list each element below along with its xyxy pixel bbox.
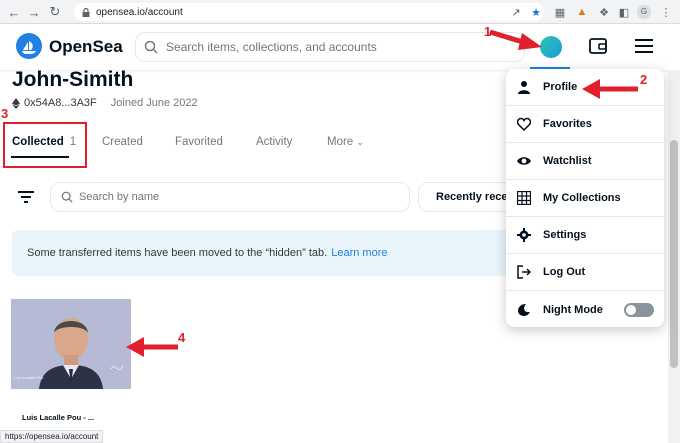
status-url: https://opensea.io/account	[0, 430, 104, 443]
logout-icon	[517, 265, 531, 279]
address-bar[interactable]: opensea.io/account	[74, 3, 544, 21]
site-header: OpenSea	[0, 24, 680, 70]
lock-icon	[82, 7, 90, 17]
tab-activity[interactable]: Activity	[256, 136, 292, 148]
annotation-arrow-4	[126, 337, 178, 357]
menu-item-watchlist[interactable]: Watchlist	[506, 143, 664, 180]
wallet-icon[interactable]	[588, 36, 608, 56]
heart-icon	[517, 117, 531, 131]
eye-icon	[517, 157, 531, 165]
share-icon[interactable]: ↗	[508, 3, 524, 21]
search-icon	[144, 40, 158, 54]
sort-select[interactable]: Recently rece	[418, 182, 518, 212]
menu-item-night-mode[interactable]: Night Mode	[506, 291, 664, 328]
moon-icon	[518, 303, 530, 316]
forward-icon[interactable]: →	[24, 2, 44, 22]
chevron-down-icon: ⌄	[356, 137, 364, 147]
annotation-number-3: 3	[1, 106, 9, 121]
tab-created[interactable]: Created	[102, 136, 143, 148]
sidebar-icon[interactable]: ◧	[616, 3, 632, 21]
profile-name: John-Simith	[12, 68, 134, 91]
night-mode-toggle[interactable]	[624, 302, 654, 317]
star-icon[interactable]: ★	[528, 3, 544, 21]
tab-more[interactable]: More ⌄	[327, 136, 364, 148]
filter-icon[interactable]	[18, 190, 34, 204]
account-dropdown: Profile Favorites Watchlist My Collectio…	[506, 69, 664, 327]
nft-title[interactable]: Luis Lacalle Pou - ...	[22, 413, 94, 422]
nft-image-caption: Luis Lacalle Pou	[14, 375, 43, 380]
grid-icon	[517, 191, 531, 205]
annotation-number-2: 2	[640, 72, 648, 87]
menu-item-favorites[interactable]: Favorites	[506, 106, 664, 143]
search-input[interactable]	[166, 40, 516, 54]
more-vert-icon[interactable]: ⋮	[658, 3, 674, 21]
puzzle-icon[interactable]: ❖	[596, 3, 612, 21]
search-by-name-input[interactable]	[79, 191, 379, 203]
search-icon	[61, 191, 73, 203]
toggle-knob	[626, 304, 636, 315]
person-icon	[518, 81, 530, 94]
address-row: 0x54A8...3A3F Joined June 2022	[12, 97, 198, 109]
menu-item-my-collections[interactable]: My Collections	[506, 180, 664, 217]
wallet-address[interactable]: 0x54A8...3A3F	[24, 97, 97, 109]
joined-date: Joined June 2022	[110, 97, 198, 109]
hamburger-menu-icon[interactable]	[635, 38, 653, 54]
extension-grid-icon[interactable]: ▦	[552, 3, 568, 21]
reload-icon[interactable]: ↻	[45, 2, 65, 22]
ethereum-icon	[12, 97, 20, 109]
scrollbar-thumb[interactable]	[670, 140, 678, 368]
url-text: opensea.io/account	[96, 6, 183, 18]
opensea-logo-icon[interactable]	[16, 33, 42, 59]
notice-text: Some transferred items have been moved t…	[27, 247, 328, 259]
learn-more-link[interactable]: Learn more	[331, 247, 387, 259]
gear-icon	[517, 228, 531, 242]
menu-item-settings[interactable]: Settings	[506, 217, 664, 254]
annotation-arrow-2	[582, 79, 638, 99]
nft-image[interactable]: Luis Lacalle Pou	[11, 299, 131, 389]
collection-search[interactable]	[50, 182, 410, 212]
annotation-arrow-1	[489, 29, 542, 50]
tab-favorited[interactable]: Favorited	[175, 136, 223, 148]
profile-icon[interactable]: G	[636, 3, 652, 21]
browser-toolbar: ← → ↻ opensea.io/account ↗ ★ ▦ ▲ ❖ ◧ G ⋮	[0, 0, 680, 24]
metamask-icon[interactable]: ▲	[574, 3, 590, 21]
logo-text[interactable]: OpenSea	[49, 37, 123, 57]
global-search[interactable]	[135, 32, 525, 62]
menu-item-log-out[interactable]: Log Out	[506, 254, 664, 291]
back-icon[interactable]: ←	[4, 2, 24, 22]
annotation-box-collected	[3, 122, 87, 168]
